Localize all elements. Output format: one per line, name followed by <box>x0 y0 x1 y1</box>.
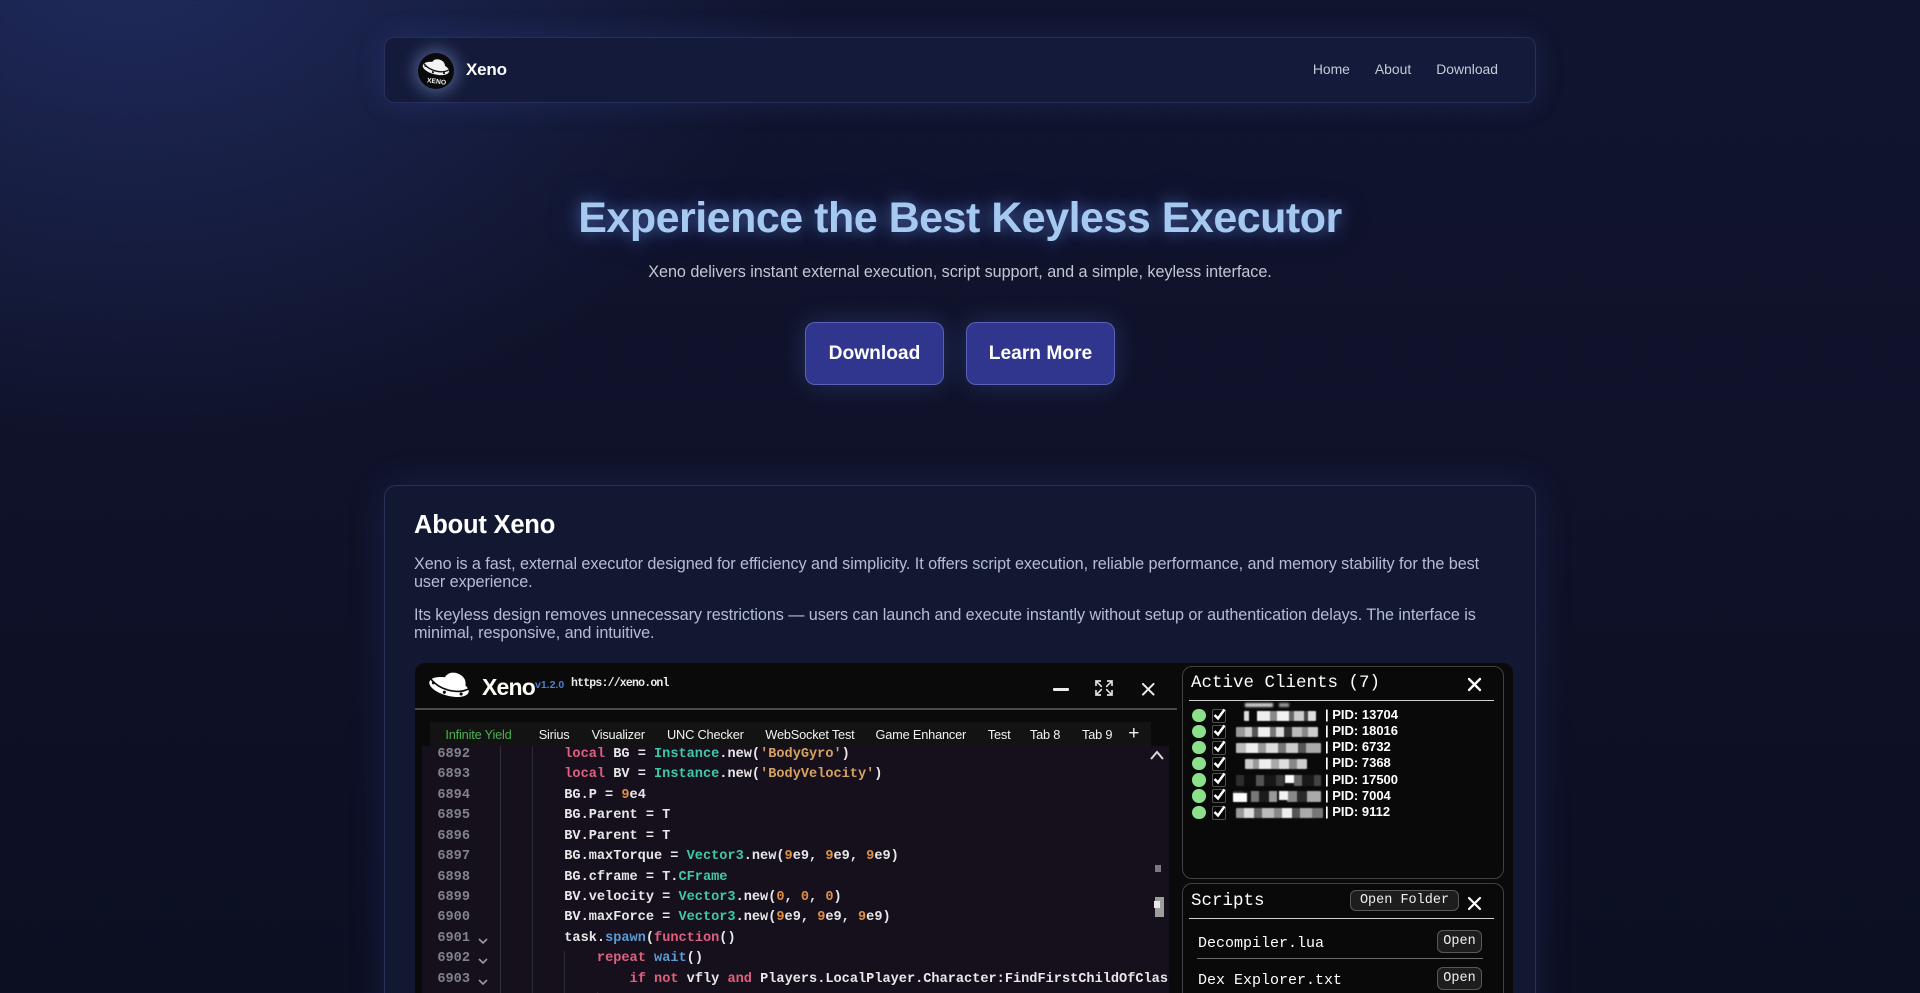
svg-text:XENO: XENO <box>427 77 447 86</box>
